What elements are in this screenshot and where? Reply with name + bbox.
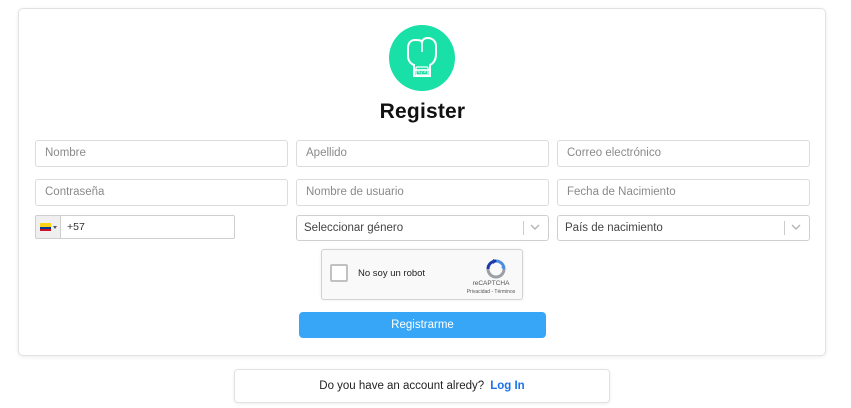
birth-country-select[interactable]: País de nacimiento	[557, 215, 810, 241]
login-link[interactable]: Log In	[490, 380, 525, 392]
gender-select[interactable]: Seleccionar género	[296, 215, 549, 241]
recaptcha-links[interactable]: Privacidad - Términos	[459, 289, 523, 295]
birth-country-select-value: País de nacimiento	[565, 222, 663, 234]
recaptcha-label: No soy un robot	[358, 268, 426, 279]
phone-field: +57	[35, 215, 235, 239]
login-prompt: Do you have an account alredy? Log In	[234, 369, 610, 403]
select-separator	[523, 221, 524, 235]
register-button[interactable]: Registrarme	[299, 312, 546, 338]
last-name-input[interactable]: Apellido	[296, 140, 549, 167]
username-input[interactable]: Nombre de usuario	[296, 179, 549, 206]
birthdate-input[interactable]: Fecha de Nacimiento	[557, 179, 810, 206]
first-name-input[interactable]: Nombre	[35, 140, 288, 167]
svg-text:</>: </>	[417, 70, 426, 76]
recaptcha-icon	[486, 259, 506, 279]
recaptcha-brand: reCAPTCHA	[472, 280, 510, 287]
gender-select-value: Seleccionar género	[304, 222, 404, 234]
logo: </>	[389, 25, 455, 91]
caret-down-icon	[52, 225, 57, 229]
phone-input[interactable]: +57	[61, 215, 235, 239]
boxing-glove-icon: </>	[407, 36, 437, 77]
select-separator	[784, 221, 785, 235]
email-input[interactable]: Correo electrónico	[557, 140, 810, 167]
country-code-dropdown[interactable]	[35, 215, 61, 239]
page-title: Register	[379, 100, 466, 123]
login-prompt-text: Do you have an account alredy?	[319, 380, 485, 392]
chevron-down-icon	[791, 224, 801, 230]
password-input[interactable]: Contraseña	[35, 179, 288, 206]
recaptcha-widget: No soy un robot reCAPTCHA Privacidad - T…	[321, 249, 523, 300]
recaptcha-checkbox[interactable]	[330, 264, 348, 282]
chevron-down-icon	[530, 224, 540, 230]
colombia-flag-icon	[39, 223, 51, 231]
